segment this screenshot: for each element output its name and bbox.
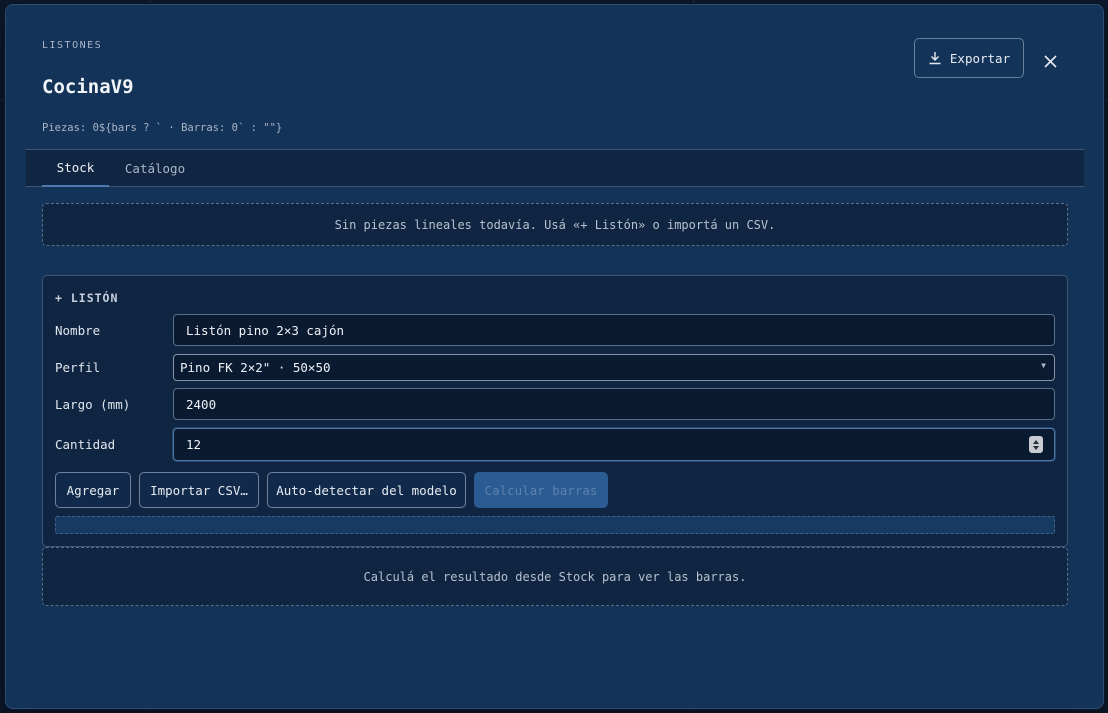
tab-bar: Stock Catálogo [26, 149, 1084, 187]
close-icon [1043, 54, 1057, 68]
close-button[interactable] [1038, 49, 1062, 73]
chevron-down-icon: ▼ [1041, 361, 1046, 370]
cantidad-input[interactable]: 12 [173, 428, 1055, 461]
perfil-label: Perfil [55, 360, 101, 375]
modal-subtitle: Piezas: 0${bars ? ` · Barras: 0` : ""} [42, 122, 283, 134]
modal-eyebrow: LISTONES [42, 40, 103, 51]
stepper-down-icon[interactable] [1033, 445, 1039, 450]
calcular-barras-button[interactable]: Calcular barras [474, 472, 608, 508]
result-empty-state: Calculá el resultado desde Stock para ve… [42, 547, 1068, 606]
nombre-value: Listón pino 2×3 cajón [186, 322, 345, 338]
download-icon [929, 52, 941, 65]
number-stepper-icon[interactable] [1029, 436, 1043, 453]
importar-csv-button[interactable]: Importar CSV… [139, 472, 259, 508]
cantidad-value: 12 [186, 437, 202, 452]
stepper-up-icon[interactable] [1033, 439, 1039, 444]
largo-value: 2400 [186, 396, 217, 412]
stock-empty-state: Sin piezas lineales todavía. Usá «+ List… [42, 203, 1068, 246]
perfil-value: Pino FK 2×2" · 50×50 [180, 360, 331, 375]
nombre-input[interactable]: Listón pino 2×3 cajón [173, 314, 1055, 346]
form-heading: + LISTÓN [55, 291, 119, 305]
export-button-label: Exportar [949, 50, 1011, 66]
modal-title: CocinaV9 [42, 76, 134, 98]
cantidad-label: Cantidad [55, 437, 116, 452]
agregar-button[interactable]: Agregar [55, 472, 131, 508]
listones-modal: LISTONES CocinaV9 Piezas: 0${bars ? ` · … [5, 4, 1104, 709]
auto-detect-button[interactable]: Auto-detectar del modelo [267, 472, 466, 508]
tab-stock[interactable]: Stock [42, 150, 109, 187]
perfil-select[interactable]: Pino FK 2×2" · 50×50 ▼ [173, 354, 1055, 381]
largo-label: Largo (mm) [55, 397, 131, 412]
tab-catalogo[interactable]: Catálogo [120, 150, 190, 187]
add-liston-form: + LISTÓN Nombre Listón pino 2×3 cajón Pe… [42, 275, 1068, 547]
nombre-label: Nombre [55, 323, 101, 338]
export-button[interactable]: Exportar [914, 38, 1024, 78]
progress-bar [55, 516, 1055, 534]
largo-input[interactable]: 2400 [173, 388, 1055, 420]
